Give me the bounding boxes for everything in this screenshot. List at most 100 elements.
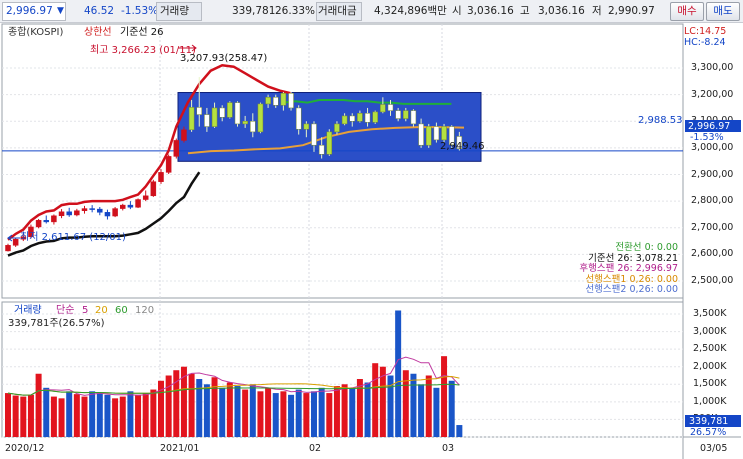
- x-label-feb: 02: [309, 443, 322, 454]
- candle-body: [234, 102, 241, 125]
- candle-body: [395, 110, 401, 119]
- volume-bar: [234, 386, 241, 437]
- x-label-right: 03/05: [700, 443, 728, 454]
- volume-y-tick: 2,500K: [693, 343, 727, 355]
- volume-bar: [35, 373, 42, 437]
- candle-body: [165, 156, 172, 173]
- volume-y-tick: 3,000K: [693, 325, 727, 337]
- price-y-tick: 2,700,00: [691, 221, 734, 233]
- candle-body: [250, 121, 256, 133]
- volume-bar: [180, 366, 187, 437]
- candle-body: [58, 211, 65, 217]
- candle-body: [257, 103, 264, 133]
- candle-body: [211, 107, 218, 127]
- candle-body: [196, 107, 202, 115]
- upper-band-label: 상한선: [84, 27, 112, 38]
- candle-body: [135, 199, 141, 208]
- price-y-tick: 2,500,00: [691, 275, 734, 286]
- volume-bar: [142, 393, 149, 437]
- volume-y-tick: 1,500K: [693, 378, 727, 390]
- candle-body: [265, 97, 271, 105]
- stock-chart-window: 2,996.97 ▼ 46.52 -1.53% 거래량 339,781 26.3…: [0, 0, 743, 459]
- volume-bar: [219, 387, 226, 437]
- volume-bar: [127, 391, 134, 437]
- box-high-label: 3,207.93(258.47): [180, 53, 268, 64]
- candle-body: [357, 113, 363, 122]
- candle-body: [127, 204, 134, 208]
- volume-bar: [349, 387, 356, 437]
- current-price-tag-value: 2,996.97: [688, 121, 731, 132]
- volume-bar: [372, 363, 379, 437]
- candle-body: [204, 114, 210, 127]
- volume-bar: [341, 384, 348, 437]
- candle-body: [387, 104, 394, 111]
- volume-bar: [104, 394, 111, 437]
- volume-y-tick: 1,000K: [693, 395, 727, 407]
- x-label-dec: 2020/12: [5, 443, 45, 454]
- candle-body: [242, 121, 248, 125]
- volume-bar: [303, 393, 310, 437]
- legend-entry: 선행스팬2 0,26: 0.00: [585, 284, 678, 295]
- base-line-label: 기준선 26: [120, 27, 164, 38]
- candle-body: [35, 220, 42, 228]
- candle-body: [426, 126, 432, 146]
- candle-body: [380, 104, 386, 113]
- candle-body: [188, 107, 195, 131]
- volume-bar: [20, 396, 27, 437]
- candle-body: [280, 93, 287, 106]
- hc-value: HC:-8.24: [684, 37, 726, 48]
- x-label-jan: 2021/01: [160, 443, 200, 454]
- candle-body: [74, 210, 80, 216]
- price-y-tick: 2,600,00: [691, 248, 734, 260]
- candle-body: [403, 110, 409, 119]
- volume-bar: [242, 389, 249, 437]
- volume-bar: [66, 391, 73, 437]
- box-low-label: 2,949.46: [440, 141, 485, 152]
- volume-bar: [203, 384, 210, 437]
- candle-body: [173, 140, 180, 157]
- volume-bar: [226, 382, 233, 437]
- volume-panel-title: 거래량: [14, 305, 42, 316]
- candle-body: [273, 97, 279, 106]
- price-y-tick: 3,200,00: [691, 88, 734, 100]
- candle-body: [81, 208, 88, 211]
- volume-bar: [326, 393, 333, 437]
- candle-body: [150, 181, 157, 197]
- price-y-tick: 2,900,00: [691, 168, 734, 180]
- volume-bar: [280, 391, 287, 437]
- volume-bar: [249, 384, 256, 437]
- price-panel-title: 종합(KOSPI): [8, 27, 64, 38]
- volume-bar: [395, 310, 402, 437]
- ma-period-item: 20: [95, 305, 108, 316]
- candle-body: [334, 123, 340, 133]
- volume-bar: [12, 395, 19, 437]
- volume-bar: [311, 391, 317, 437]
- candle-body: [372, 111, 378, 123]
- volume-bar: [58, 398, 65, 437]
- volume-bar: [27, 394, 34, 437]
- ma-period-item: 5: [82, 305, 89, 316]
- candle-body: [5, 245, 11, 252]
- volume-bar: [456, 425, 463, 437]
- price-volume-chart[interactable]: [0, 0, 743, 459]
- candle-body: [142, 195, 149, 200]
- volume-bar: [295, 389, 302, 437]
- candle-body: [326, 131, 333, 155]
- candle-body: [120, 204, 126, 209]
- candle-body: [227, 102, 233, 118]
- current-volume-tag-pct: 26.57%: [690, 427, 727, 438]
- volume-bar: [150, 389, 157, 437]
- volume-bar: [448, 380, 455, 437]
- volume-y-tick: 2,000K: [693, 360, 727, 372]
- candle-body: [158, 172, 164, 182]
- candle-body: [51, 215, 57, 223]
- candle-body: [97, 208, 103, 213]
- candle-body: [349, 115, 355, 122]
- candle-body: [181, 129, 187, 141]
- candle-body: [295, 107, 302, 130]
- volume-bar: [81, 396, 88, 437]
- volume-bar: [43, 387, 50, 437]
- volume-bar: [364, 382, 371, 437]
- volume-bar: [89, 391, 96, 437]
- candle-body: [89, 208, 95, 210]
